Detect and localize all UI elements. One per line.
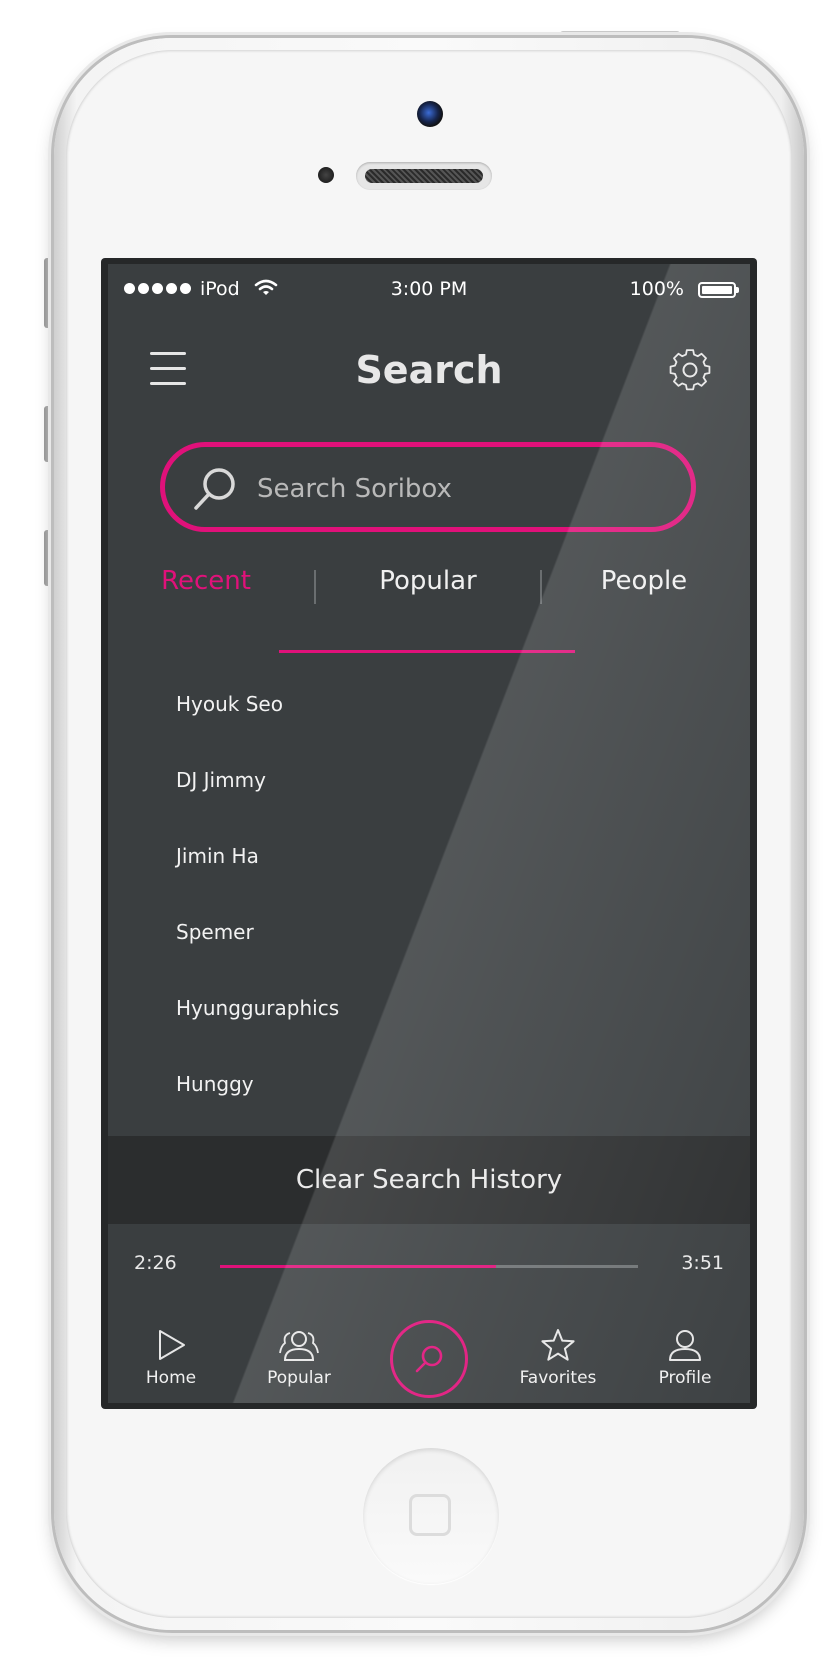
- search-bar[interactable]: [160, 442, 696, 532]
- tabbar-popular[interactable]: Popular: [244, 1304, 354, 1388]
- playback-progress-fill: [220, 1265, 496, 1268]
- search-tabs: Recent Popular People: [108, 566, 750, 614]
- search-icon: [194, 468, 235, 510]
- tabbar-search[interactable]: [390, 1320, 468, 1398]
- home-button-square-icon: [409, 1494, 451, 1536]
- list-item[interactable]: Spemer: [176, 894, 676, 970]
- star-icon: [541, 1329, 575, 1361]
- tabbar-favorites[interactable]: Favorites: [503, 1304, 613, 1388]
- clear-search-history-button[interactable]: Clear Search History: [108, 1136, 750, 1224]
- tab-people[interactable]: People: [569, 566, 719, 596]
- battery-percentage: 100%: [629, 278, 684, 300]
- search-icon: [415, 1345, 443, 1373]
- tabbar-profile[interactable]: Profile: [630, 1304, 740, 1388]
- bottom-tab-bar: Home Popular Favorites Profile: [108, 1304, 750, 1403]
- earpiece-speaker: [356, 162, 492, 190]
- tab-divider: [314, 570, 316, 604]
- home-button[interactable]: [363, 1448, 499, 1584]
- proximity-sensor: [318, 167, 334, 183]
- list-item[interactable]: Jimin Ha: [176, 818, 676, 894]
- tabbar-label: Popular: [267, 1368, 331, 1388]
- list-item[interactable]: Hyouk Seo: [176, 666, 676, 742]
- total-duration: 3:51: [681, 1252, 724, 1274]
- tabbar-label: Favorites: [519, 1368, 597, 1388]
- recent-searches-list: Hyouk Seo DJ Jimmy Jimin Ha Spemer Hyung…: [176, 666, 676, 1122]
- page-title: Search: [355, 348, 503, 392]
- tabbar-home[interactable]: Home: [116, 1304, 226, 1388]
- status-bar: iPod 3:00 PM 100%: [108, 264, 750, 316]
- search-input[interactable]: [255, 465, 659, 513]
- volume-down-button: [44, 530, 54, 586]
- people-icon: [279, 1331, 319, 1361]
- tab-recent[interactable]: Recent: [131, 566, 281, 596]
- elapsed-time: 2:26: [134, 1252, 177, 1274]
- mute-switch: [44, 258, 54, 328]
- gear-icon[interactable]: [668, 348, 712, 392]
- play-icon: [159, 1330, 185, 1360]
- tab-active-indicator: [279, 650, 575, 653]
- front-camera: [417, 101, 443, 127]
- list-item[interactable]: Hyungguraphics: [176, 970, 676, 1046]
- tabbar-label: Home: [145, 1368, 197, 1388]
- playback-progress-bar[interactable]: [220, 1265, 638, 1268]
- tab-divider: [540, 570, 542, 604]
- battery-icon: [698, 282, 739, 298]
- mini-player: 2:26 3:51: [108, 1224, 750, 1304]
- app-screen: iPod 3:00 PM 100% Search Recent Popular: [108, 264, 750, 1403]
- tabbar-label: Profile: [658, 1368, 712, 1388]
- volume-up-button: [44, 406, 54, 462]
- user-icon: [669, 1330, 701, 1361]
- tab-popular[interactable]: Popular: [353, 566, 503, 596]
- list-item[interactable]: Hunggy: [176, 1046, 676, 1122]
- list-item[interactable]: DJ Jimmy: [176, 742, 676, 818]
